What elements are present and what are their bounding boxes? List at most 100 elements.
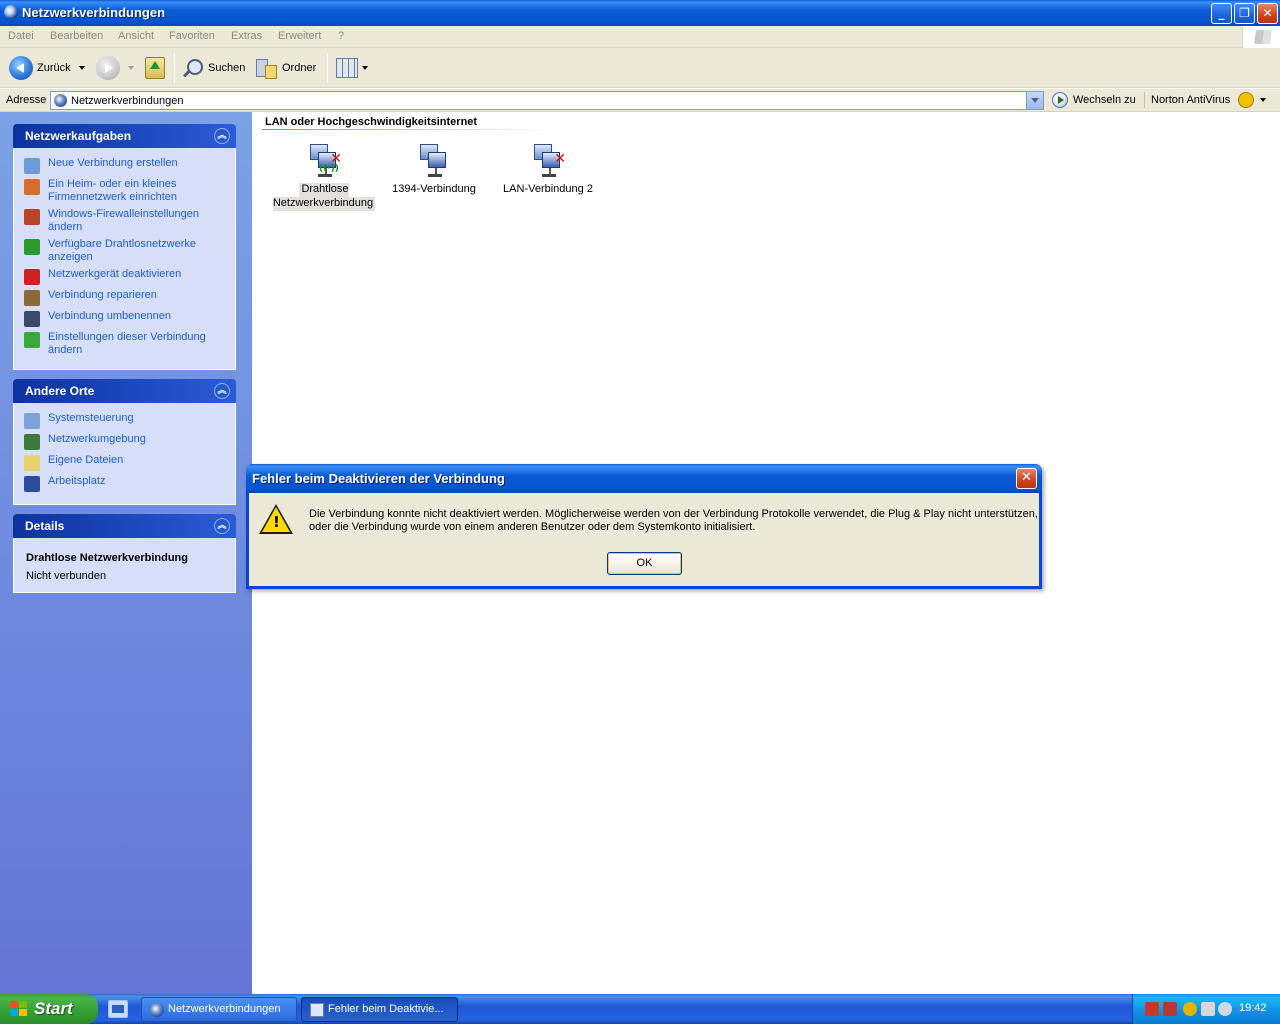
norton-icon: [1238, 92, 1255, 108]
dialog-title: Fehler beim Deaktivieren der Verbindung: [252, 471, 505, 486]
start-label: Start: [34, 999, 73, 1018]
windows-flag-icon: [1254, 30, 1272, 44]
globe-icon[interactable]: [1183, 1002, 1197, 1016]
other-places-panel: Andere Orte ︽ Systemsteuerung Netzwerkumg…: [13, 379, 236, 505]
address-dropdown-icon[interactable]: [1026, 92, 1043, 109]
connection-item[interactable]: ✕ LAN-Verbindung 2: [493, 142, 603, 196]
connection-item[interactable]: 1394-Verbindung: [379, 142, 489, 196]
forward-button[interactable]: [96, 55, 134, 81]
system-tray: 19:42: [1132, 994, 1280, 1024]
wireless-connection-icon: ✕ ((·)): [306, 142, 342, 178]
lan-connection-icon: ✕: [530, 142, 566, 178]
network-places-icon: [24, 434, 40, 450]
close-button[interactable]: ✕: [1257, 3, 1278, 24]
details-header[interactable]: Details ︽: [13, 514, 236, 538]
volume-icon[interactable]: [1201, 1002, 1215, 1016]
sidebar-item[interactable]: Arbeitsplatz: [24, 475, 225, 492]
sidebar-item-label: Neue Verbindung erstellen: [48, 157, 178, 169]
dialog-titlebar[interactable]: Fehler beim Deaktivieren der Verbindung …: [246, 464, 1042, 493]
up-button[interactable]: [145, 55, 165, 81]
my-documents-icon: [24, 455, 40, 471]
close-icon: ✕: [1021, 470, 1032, 485]
address-bar: Adresse Netzwerkverbindungen Wechseln zu…: [0, 89, 1280, 112]
search-button[interactable]: Suchen: [182, 55, 245, 81]
search-icon: [182, 58, 203, 78]
sidebar-item[interactable]: Verbindung reparieren: [24, 289, 225, 306]
menu-help[interactable]: ?: [338, 30, 344, 42]
ok-button[interactable]: OK: [607, 552, 682, 575]
sidebar-item[interactable]: Ein Heim- oder ein kleines Firmennetzwer…: [24, 178, 225, 204]
start-button[interactable]: Start: [0, 994, 98, 1024]
window-titlebar[interactable]: Netzwerkverbindungen _ ❐ ✕: [0, 0, 1280, 26]
sidebar-item[interactable]: Eigene Dateien: [24, 454, 225, 471]
address-input[interactable]: Netzwerkverbindungen: [50, 91, 1044, 110]
menu-bearbeiten[interactable]: Bearbeiten: [50, 30, 103, 42]
forward-arrow-icon: [96, 56, 120, 80]
menu-favoriten[interactable]: Favoriten: [169, 30, 215, 42]
windows-flag-icon: [10, 1001, 28, 1017]
collapse-icon[interactable]: ︽: [214, 518, 230, 534]
warning-icon: !: [259, 504, 293, 536]
error-dialog: Fehler beim Deaktivieren der Verbindung …: [246, 464, 1042, 589]
minimize-button[interactable]: _: [1211, 3, 1232, 24]
taskbar-item-error-dialog[interactable]: Fehler beim Deaktivie...: [301, 997, 458, 1022]
window-title: Netzwerkverbindungen: [22, 5, 166, 20]
forward-dropdown-icon[interactable]: [128, 66, 134, 70]
network-tasks-list: Neue Verbindung erstellen Ein Heim- oder …: [13, 148, 236, 370]
sidebar-item-label: Netzwerkgerät deaktivieren: [48, 268, 182, 280]
collapse-icon[interactable]: ︽: [214, 128, 230, 144]
sidebar-item-label: Windows-Firewalleinstellungen ändern: [48, 208, 200, 233]
network-tasks-header[interactable]: Netzwerkaufgaben ︽: [13, 124, 236, 148]
dialog-window-icon: [310, 1003, 324, 1017]
sidebar-item[interactable]: Windows-Firewalleinstellungen ändern: [24, 208, 225, 234]
toolbar: Zurück Suchen Ordner: [0, 48, 1280, 88]
other-places-header[interactable]: Andere Orte ︽: [13, 379, 236, 403]
connection-item[interactable]: ✕ ((·)) Drahtlose Netzwerkverbindung: [269, 142, 379, 211]
menu-erweitert[interactable]: Erweitert: [278, 30, 321, 42]
views-icon: [336, 58, 358, 78]
sidebar-item[interactable]: Neue Verbindung erstellen: [24, 157, 225, 174]
minimize-icon: _: [1218, 6, 1225, 20]
toolbar-separator: [327, 53, 328, 83]
folders-icon: [256, 57, 277, 79]
back-dropdown-icon[interactable]: [78, 66, 85, 70]
network-disconnected-icon[interactable]: [1145, 1002, 1159, 1016]
norton-antivirus-button[interactable]: Norton AntiVirus: [1144, 92, 1267, 108]
maximize-button[interactable]: ❐: [1234, 3, 1255, 24]
network-tasks-panel: Netzwerkaufgaben ︽ Neue Verbindung erste…: [13, 124, 236, 370]
sidebar-item[interactable]: Verbindung umbenennen: [24, 310, 225, 327]
sidebar-item[interactable]: Verfügbare Drahtlosnetzwerke anzeigen: [24, 238, 225, 264]
show-desktop-icon[interactable]: [108, 1000, 128, 1018]
sidebar-item[interactable]: Systemsteuerung: [24, 412, 225, 429]
panel-title: Details: [25, 519, 65, 533]
sidebar-item-label: Verfügbare Drahtlosnetzwerke anzeigen: [48, 238, 196, 263]
sidebar-item[interactable]: Netzwerkumgebung: [24, 433, 225, 450]
dialog-message: Die Verbindung konnte nicht deaktiviert …: [309, 508, 1038, 533]
sidebar-item[interactable]: Netzwerkgerät deaktivieren: [24, 268, 225, 285]
wireless-icon: [24, 239, 40, 255]
menu-ansicht[interactable]: Ansicht: [118, 30, 154, 42]
network-connections-icon: [150, 1003, 164, 1017]
sidebar-item-label: Verbindung reparieren: [48, 289, 157, 301]
dialog-close-button[interactable]: ✕: [1016, 468, 1037, 489]
folders-label: Ordner: [282, 62, 317, 74]
sidebar-item[interactable]: Einstellungen dieser Verbindung ändern: [24, 331, 225, 357]
menu-datei[interactable]: Datei: [8, 30, 34, 42]
go-arrow-icon: [1052, 92, 1068, 108]
repair-icon: [24, 290, 40, 306]
network-disconnected-icon[interactable]: [1163, 1002, 1177, 1016]
go-button[interactable]: Wechseln zu: [1052, 92, 1136, 108]
taskbar-item-label: Netzwerkverbindungen: [168, 1003, 281, 1015]
clock-icon[interactable]: [1218, 1002, 1232, 1016]
folders-button[interactable]: Ordner: [256, 55, 316, 81]
sidebar-item-label: Einstellungen dieser Verbindung ändern: [48, 331, 206, 356]
other-places-list: Systemsteuerung Netzwerkumgebung Eigene Da…: [13, 403, 236, 505]
sidebar-item-label: Arbeitsplatz: [48, 475, 106, 487]
back-button[interactable]: Zurück: [9, 55, 85, 81]
views-button[interactable]: [336, 55, 368, 81]
collapse-icon[interactable]: ︽: [214, 383, 230, 399]
menu-extras[interactable]: Extras: [231, 30, 262, 42]
norton-dropdown-icon[interactable]: [1260, 98, 1267, 102]
address-value: Netzwerkverbindungen: [71, 95, 184, 107]
taskbar-item-netzwerkverbindungen[interactable]: Netzwerkverbindungen: [141, 997, 297, 1022]
